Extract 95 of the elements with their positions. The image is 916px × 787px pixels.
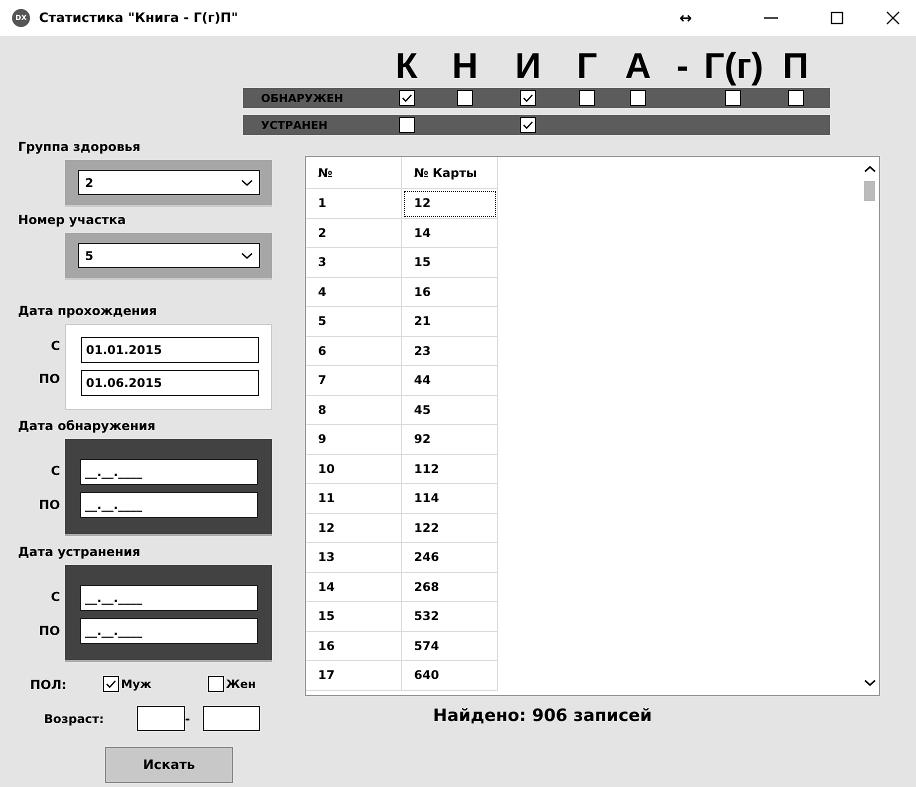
checkbox[interactable]: [520, 90, 536, 106]
field-label: С: [50, 462, 60, 480]
table-cell: 2: [306, 218, 402, 248]
table-cell[interactable]: 21: [402, 307, 498, 336]
checkbox[interactable]: [457, 90, 473, 106]
table-cell: 11: [306, 484, 402, 514]
table-cell[interactable]: 16: [402, 278, 498, 307]
column-header[interactable]: № Карты: [402, 157, 498, 189]
date-field[interactable]: 01.01.2015: [81, 337, 259, 363]
checkbox[interactable]: [630, 90, 646, 106]
field-label: Дата прохождения: [18, 302, 158, 320]
table-cell: 9: [306, 425, 402, 454]
table-cell: 7: [306, 366, 402, 396]
field-label: Номер участка: [18, 211, 127, 229]
table-cell: 6: [306, 336, 402, 366]
checkbox[interactable]: [788, 90, 804, 106]
field-label: Дата устранения: [18, 543, 142, 561]
table-cell[interactable]: 268: [402, 572, 498, 602]
table-cell[interactable]: 640: [402, 661, 498, 690]
table-cell: 4: [306, 278, 402, 307]
chevron-up-icon: [864, 165, 876, 173]
table-cell[interactable]: 114: [402, 484, 498, 514]
age-field[interactable]: [203, 706, 260, 731]
table-cell[interactable]: 92: [402, 425, 498, 454]
checkbox[interactable]: [208, 676, 224, 692]
title-letter: Г: [576, 44, 598, 88]
table-cell[interactable]: 112: [402, 454, 498, 484]
title-letter: -: [676, 44, 690, 88]
checkbox-label: Жен: [226, 677, 256, 691]
chevron-down-icon: [864, 679, 876, 687]
field-label: ПО: [38, 496, 60, 514]
title-letter: Н: [451, 44, 479, 88]
checkbox[interactable]: [398, 90, 414, 106]
close-icon: [885, 10, 901, 26]
table-cell: 10: [306, 454, 402, 484]
table-cell: 3: [306, 248, 402, 278]
table-cell[interactable]: 44: [402, 366, 498, 396]
table-cell: 13: [306, 543, 402, 572]
field-label: Группа здоровья: [18, 138, 142, 156]
search-button[interactable]: Искать: [105, 747, 233, 783]
table-cell[interactable]: 122: [402, 514, 498, 543]
column-header[interactable]: №: [306, 157, 402, 189]
title-letter: Г(г): [704, 44, 761, 88]
checkbox[interactable]: [398, 117, 414, 133]
resize-icon: ↔: [679, 9, 692, 27]
table-cell: 16: [306, 632, 402, 661]
table-cell[interactable]: 574: [402, 632, 498, 661]
table-cell[interactable]: 532: [402, 602, 498, 632]
table-cell[interactable]: 45: [402, 396, 498, 425]
date-field[interactable]: __.__.____: [80, 459, 258, 485]
title-letter: П: [782, 44, 810, 88]
table-cell[interactable]: 246: [402, 543, 498, 572]
age-field[interactable]: [137, 706, 185, 731]
title-letter: К: [394, 44, 418, 88]
field-label: Возраст:: [44, 712, 105, 726]
minimize-icon: [764, 17, 778, 19]
field-label: Дата обнаружения: [18, 417, 156, 435]
field-label: ПО: [38, 370, 60, 388]
table-cell: 5: [306, 307, 402, 336]
field-label: ПОЛ:: [30, 676, 68, 692]
table-cell[interactable]: 14: [402, 218, 498, 248]
checkbox[interactable]: [520, 117, 536, 133]
date-field[interactable]: __.__.____: [80, 585, 258, 611]
field-label: ПО: [38, 622, 60, 640]
range-separator: -: [185, 712, 191, 726]
checkbox-label: Муж: [121, 677, 152, 691]
checkbox[interactable]: [724, 90, 740, 106]
scroll-thumb[interactable]: [864, 181, 875, 201]
status-label: ОБНАРУЖЕН: [261, 92, 344, 105]
field-label: С: [50, 337, 60, 355]
maximize-icon: [829, 10, 845, 26]
dropdown[interactable]: 2: [78, 170, 260, 195]
table-cell[interactable]: 23: [402, 336, 498, 366]
field-label: С: [50, 588, 60, 606]
checkbox[interactable]: [103, 676, 119, 692]
date-field[interactable]: 01.06.2015: [81, 370, 259, 396]
checkbox[interactable]: [579, 90, 595, 106]
table-cell: 8: [306, 396, 402, 425]
date-field[interactable]: __.__.____: [80, 492, 258, 518]
chevron-down-icon: [241, 252, 253, 260]
title-letter: А: [624, 44, 652, 88]
table-cell: 17: [306, 661, 402, 690]
window-title: Статистика "Книга - Г(г)П": [39, 10, 240, 26]
table-cell[interactable]: 15: [402, 248, 498, 278]
table-cell: 1: [306, 189, 402, 218]
result-count: Найдено: 906 записей: [432, 706, 653, 726]
title-letter: И: [514, 44, 542, 88]
table-cell: 12: [306, 514, 402, 543]
table-cell: 15: [306, 602, 402, 632]
status-label: УСТРАНЕН: [261, 119, 328, 132]
table-cell[interactable]: 12: [402, 189, 498, 218]
date-field[interactable]: __.__.____: [80, 618, 258, 644]
dropdown[interactable]: 5: [78, 243, 260, 268]
chevron-down-icon: [241, 178, 253, 186]
table-cell: 14: [306, 572, 402, 602]
